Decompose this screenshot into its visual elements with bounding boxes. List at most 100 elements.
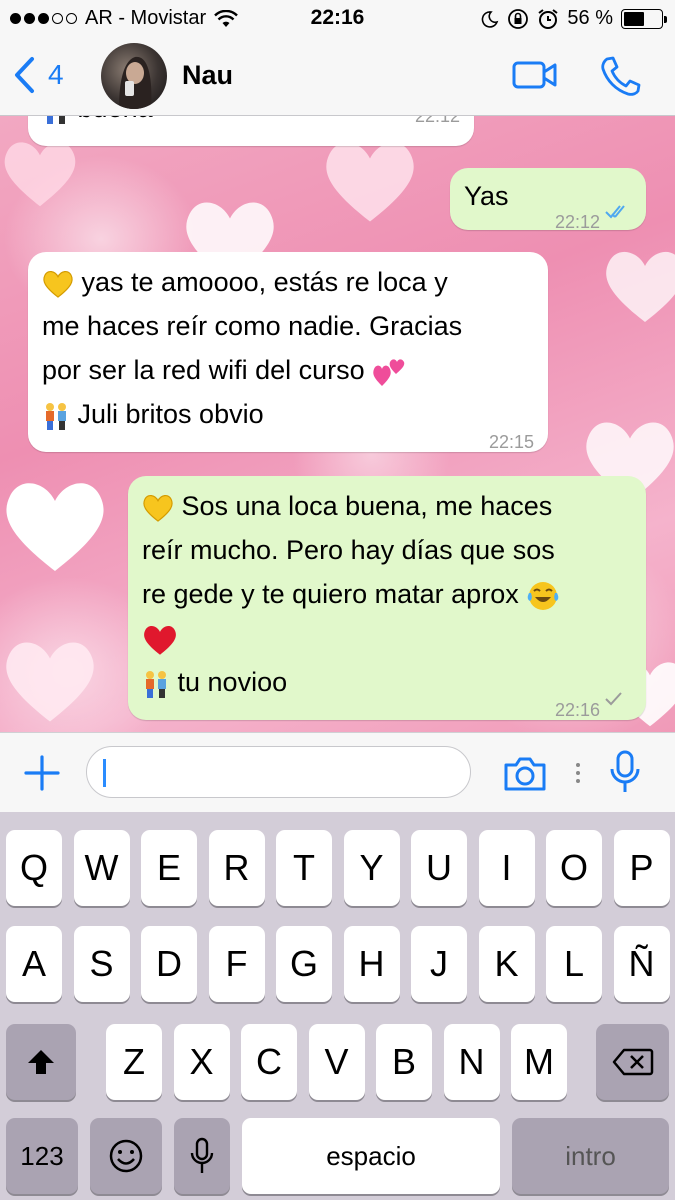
key-b[interactable]: B: [376, 1024, 432, 1100]
contact-name[interactable]: Nau: [182, 60, 233, 91]
heart-decoration: [326, 142, 414, 222]
key-y[interactable]: Y: [343, 830, 400, 906]
key-s[interactable]: S: [73, 926, 130, 1002]
status-bar: AR - Movistar 22:16 56 %: [0, 0, 675, 38]
video-call-button[interactable]: [511, 54, 559, 101]
key-n[interactable]: N: [443, 1024, 500, 1100]
message-bubble-outgoing[interactable]: Sos una loca buena, me haces reír mucho.…: [128, 476, 646, 720]
key-w[interactable]: W: [73, 830, 130, 906]
back-button[interactable]: 4: [12, 56, 64, 94]
backspace-icon: [612, 1048, 653, 1076]
message-input[interactable]: [86, 746, 471, 798]
text-cursor: [103, 759, 106, 787]
message-time: 22:16: [554, 700, 600, 720]
message-line: por ser la red wifi del curso: [42, 355, 365, 385]
message-time: 22:12: [414, 116, 460, 126]
message-input-bar: [0, 732, 675, 812]
voice-message-button[interactable]: [608, 749, 642, 800]
tears-of-joy-emoji: [527, 581, 559, 610]
key-i[interactable]: I: [478, 830, 535, 906]
microphone-icon: [610, 750, 640, 792]
key-h[interactable]: H: [343, 926, 400, 1002]
delivered-check-icon: [605, 692, 622, 706]
message-time: 22:15: [488, 432, 534, 452]
emoji-key[interactable]: [90, 1118, 162, 1194]
key-ñ[interactable]: Ñ: [613, 926, 670, 1002]
do-not-disturb-icon: [482, 10, 499, 28]
message-line: Juli britos obvio: [77, 399, 264, 429]
key-k[interactable]: K: [478, 926, 535, 1002]
chevron-left-icon: [15, 57, 34, 93]
key-q[interactable]: Q: [6, 830, 62, 906]
red-heart-emoji: [144, 625, 176, 655]
heart-decoration: [6, 483, 104, 571]
plus-icon: [24, 755, 60, 791]
key-r[interactable]: R: [208, 830, 265, 906]
dictation-key[interactable]: [174, 1118, 230, 1194]
camera-button[interactable]: [502, 753, 548, 798]
phone-icon: [601, 56, 641, 96]
message-line: me haces reír como nadie. Gracias: [42, 311, 463, 341]
message-bubble-incoming[interactable]: buena 22:12: [28, 116, 474, 146]
chat-area[interactable]: buena 22:12 Yas 22:12 yas te amoooo, est…: [0, 116, 675, 732]
return-key[interactable]: intro: [512, 1118, 669, 1194]
heart-decoration: [606, 252, 675, 322]
key-d[interactable]: D: [141, 926, 197, 1002]
message-line: tu novioo: [177, 667, 288, 697]
camera-icon: [504, 757, 546, 791]
space-key[interactable]: espacio: [242, 1118, 500, 1194]
couple-emoji: [47, 116, 65, 124]
key-j[interactable]: J: [411, 926, 467, 1002]
keyboard: QWERTYUIOP ASDFGHJKLÑ ZXCVBNM 123 espaci…: [0, 812, 675, 1200]
key-t[interactable]: T: [276, 830, 332, 906]
battery-icon: [621, 8, 667, 29]
battery-fill: [624, 11, 645, 26]
key-l[interactable]: L: [546, 926, 602, 1002]
message-bubble-outgoing[interactable]: Yas 22:12: [450, 168, 646, 232]
message-text: buena: [78, 116, 153, 123]
shift-icon: [28, 1050, 54, 1074]
yellow-heart-emoji: [143, 494, 173, 522]
message-line: yas te amoooo, estás re loca y: [81, 267, 448, 297]
message-text: Yas: [464, 181, 509, 211]
key-v[interactable]: V: [308, 1024, 365, 1100]
video-camera-icon: [512, 61, 557, 89]
key-f[interactable]: F: [208, 926, 265, 1002]
heart-decoration: [4, 142, 76, 207]
more-options-icon[interactable]: [574, 761, 582, 790]
rotation-lock-icon: [508, 8, 529, 29]
key-u[interactable]: U: [411, 830, 467, 906]
alarm-icon: [538, 8, 559, 29]
chat-header: 4 Nau: [0, 38, 675, 116]
emoji-icon: [109, 1139, 143, 1173]
avatar[interactable]: [101, 43, 167, 109]
numbers-key[interactable]: 123: [6, 1118, 78, 1194]
key-z[interactable]: Z: [106, 1024, 162, 1100]
status-right: 56 %: [481, 7, 667, 30]
yellow-heart-emoji: [43, 270, 73, 298]
shift-key[interactable]: [6, 1024, 76, 1100]
message-line: re gede y te quiero matar aprox: [142, 579, 519, 609]
key-a[interactable]: A: [6, 926, 62, 1002]
two-hearts-emoji: [373, 359, 405, 386]
couple-emoji: [146, 670, 166, 698]
key-p[interactable]: P: [613, 830, 670, 906]
message-time: 22:12: [554, 212, 600, 232]
key-x[interactable]: X: [173, 1024, 230, 1100]
voice-call-button[interactable]: [598, 54, 642, 101]
key-g[interactable]: G: [276, 926, 332, 1002]
heart-decoration: [6, 642, 94, 722]
key-o[interactable]: O: [546, 830, 602, 906]
profile-photo: [119, 56, 152, 109]
message-bubble-incoming[interactable]: yas te amoooo, estás re loca y me haces …: [28, 252, 548, 452]
key-e[interactable]: E: [141, 830, 197, 906]
attach-button[interactable]: [22, 753, 62, 798]
key-c[interactable]: C: [241, 1024, 297, 1100]
battery-percent: 56 %: [567, 7, 613, 29]
microphone-icon: [190, 1137, 214, 1173]
unread-count: 4: [48, 59, 64, 90]
key-m[interactable]: M: [511, 1024, 567, 1100]
message-line: Sos una loca buena, me haces: [181, 491, 553, 521]
couple-emoji: [46, 402, 66, 430]
backspace-key[interactable]: [596, 1024, 669, 1100]
